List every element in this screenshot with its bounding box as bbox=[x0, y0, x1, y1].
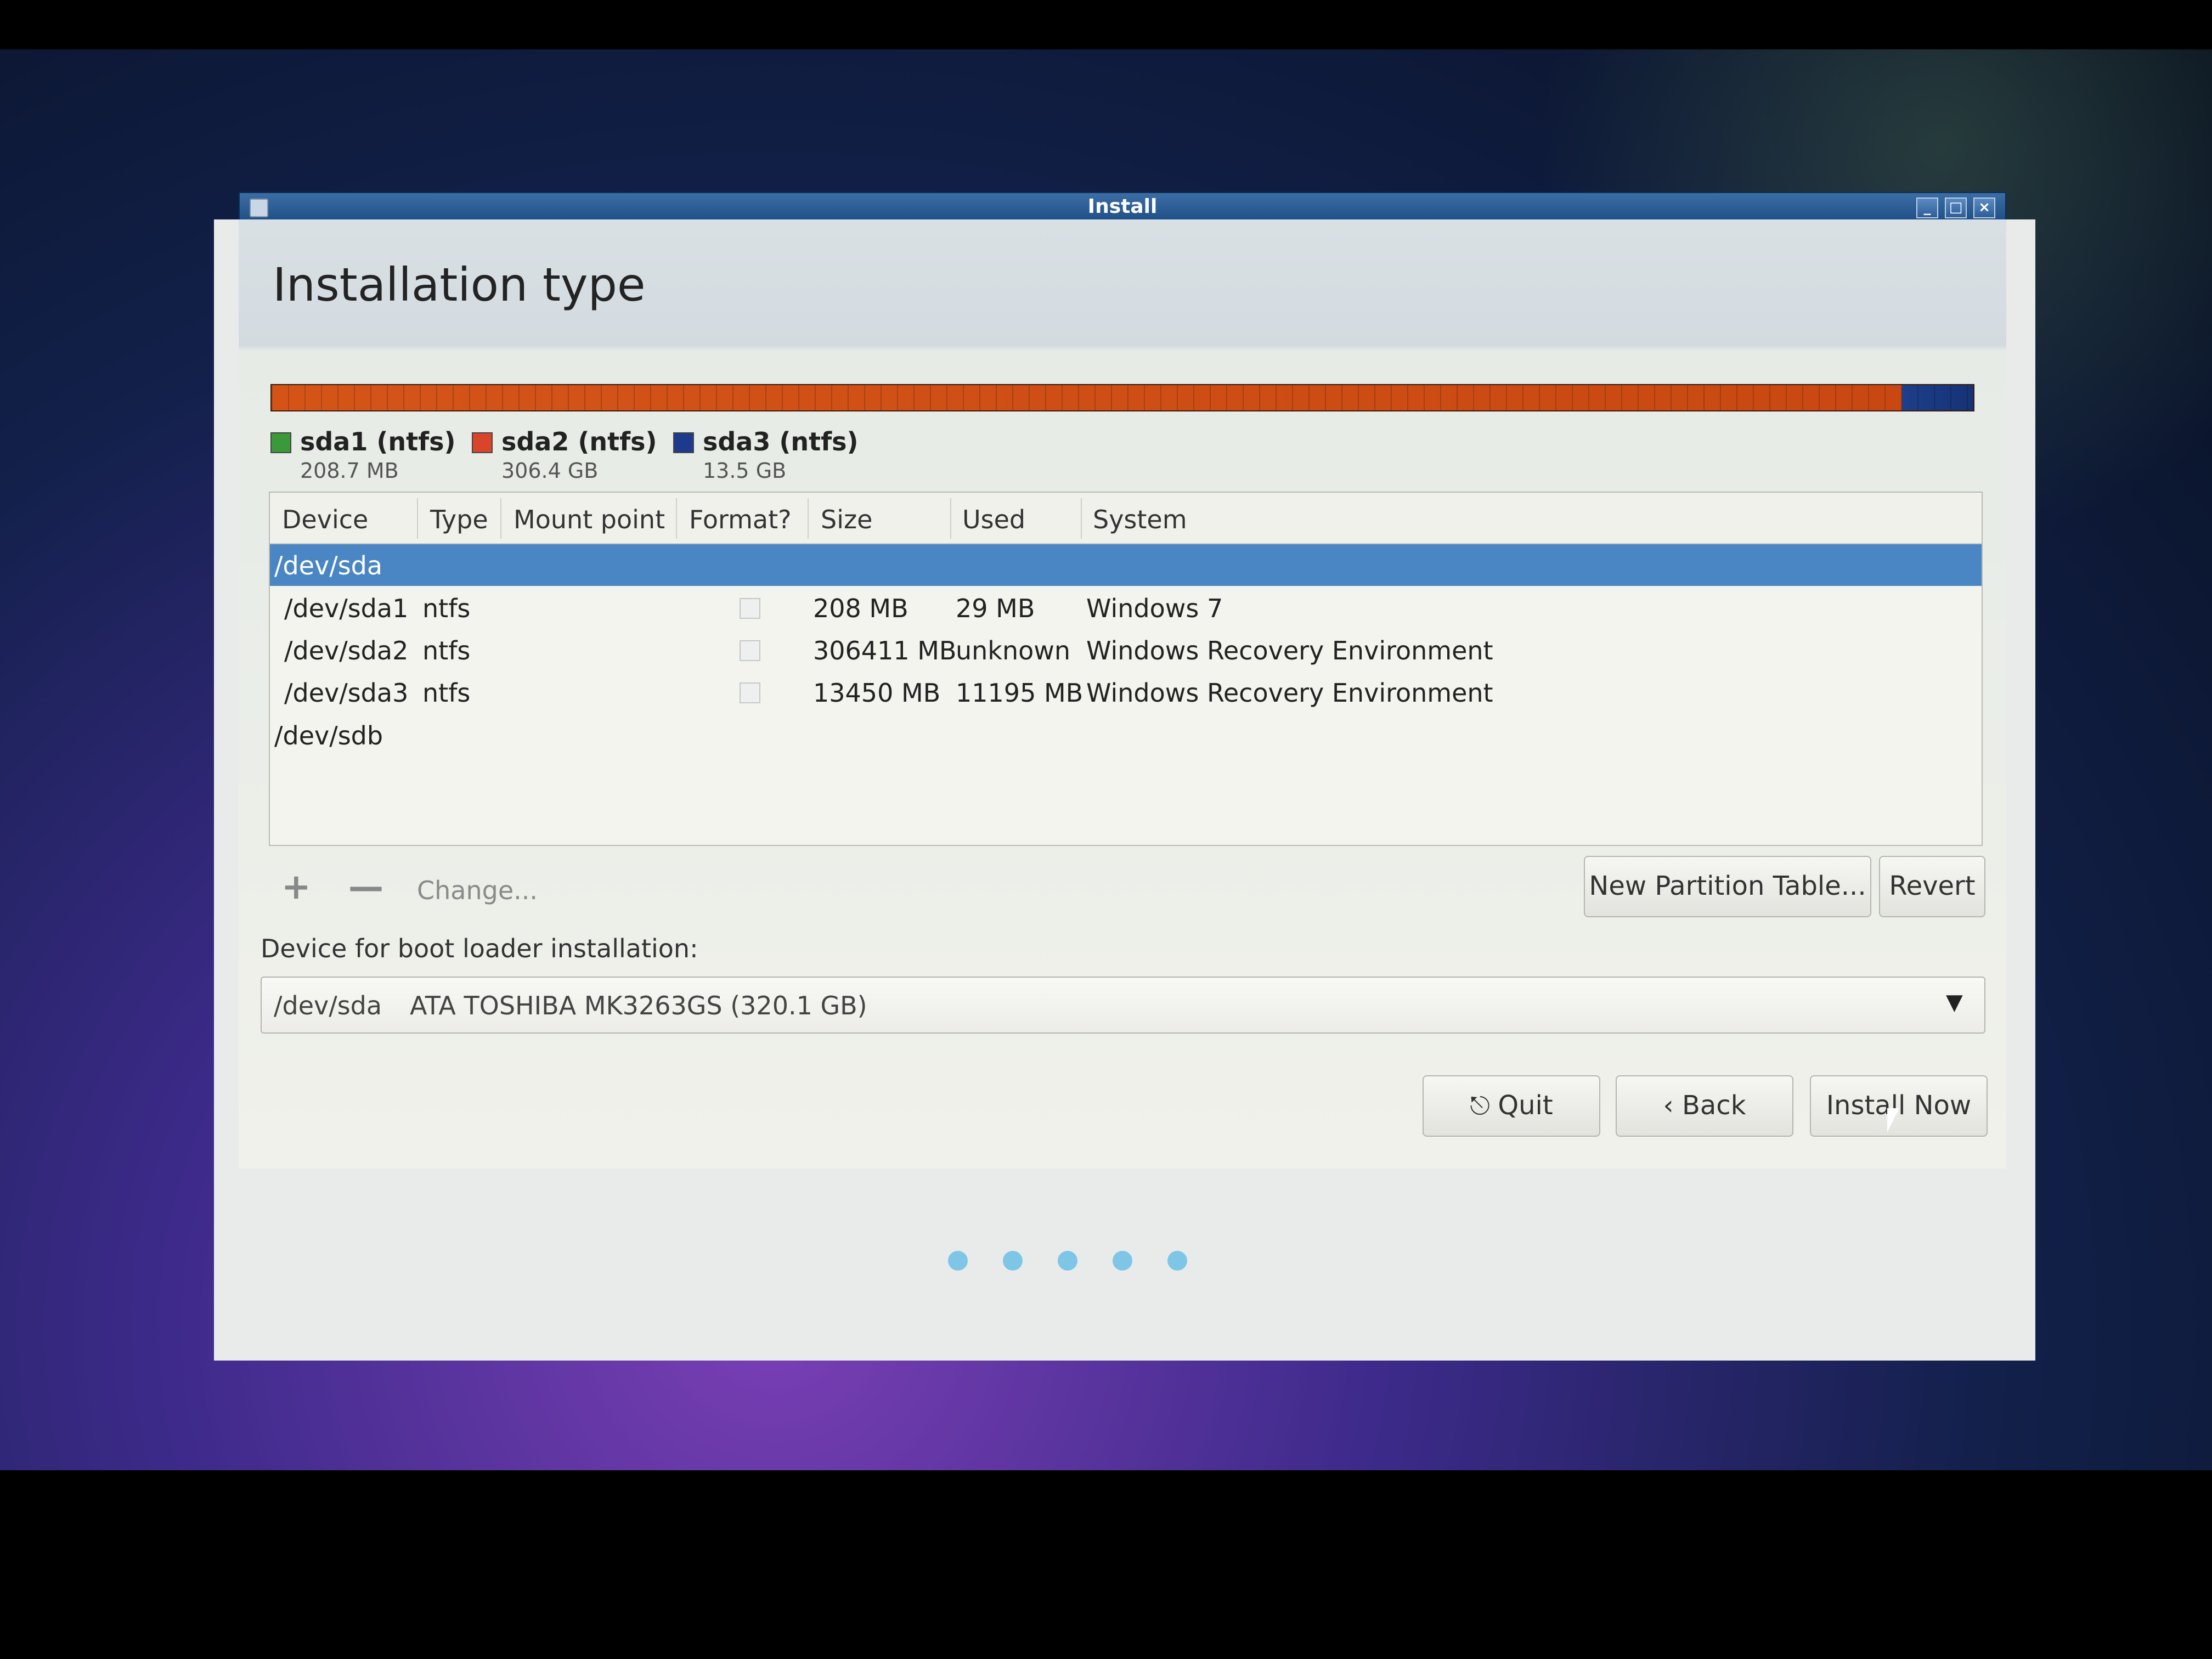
format-checkbox[interactable] bbox=[740, 598, 760, 619]
close-icon[interactable]: × bbox=[1973, 198, 1995, 218]
remove-partition-button[interactable]: — bbox=[348, 867, 383, 907]
device-cell: /dev/sda1 bbox=[284, 594, 409, 623]
legend-swatch bbox=[673, 432, 694, 453]
quit-icon: ⎋ bbox=[1470, 1091, 1498, 1120]
quit-button[interactable]: ⎋ Quit bbox=[1423, 1075, 1600, 1137]
revert-button[interactable]: Revert bbox=[1879, 856, 1985, 917]
bootloader-device-select[interactable]: /dev/sda ATA TOSHIBA MK3263GS (320.1 GB)… bbox=[261, 977, 1985, 1034]
chevron-down-icon: ▼ bbox=[1946, 990, 1963, 1015]
bootloader-device: /dev/sda bbox=[274, 991, 382, 1020]
installer-content: Installation type sda1 (ntfs) 208.7 MB s… bbox=[239, 219, 2006, 1169]
table-row[interactable]: /dev/sda1 ntfs 208 MB 29 MB Windows 7 bbox=[270, 587, 1982, 629]
progress-dot bbox=[1003, 1251, 1023, 1271]
system-cell: Windows Recovery Environment bbox=[1086, 636, 1493, 665]
change-partition-button[interactable]: Change... bbox=[417, 876, 538, 905]
type-cell: ntfs bbox=[422, 678, 471, 708]
bootloader-device-description: ATA TOSHIBA MK3263GS (320.1 GB) bbox=[410, 991, 867, 1020]
table-header: Device Type Mount point Format? Size Use… bbox=[270, 493, 1982, 544]
column-header-used[interactable]: Used bbox=[962, 505, 1025, 534]
progress-dot bbox=[1167, 1251, 1187, 1271]
quit-label: Quit bbox=[1498, 1090, 1553, 1121]
progress-dot bbox=[948, 1251, 968, 1271]
legend-size: 208.7 MB bbox=[300, 459, 399, 483]
size-cell: 208 MB bbox=[813, 594, 909, 623]
used-cell: 29 MB bbox=[956, 594, 1035, 623]
used-cell: 11195 MB bbox=[956, 678, 1084, 708]
back-button[interactable]: ‹ Back bbox=[1616, 1075, 1793, 1137]
format-checkbox[interactable] bbox=[740, 682, 760, 703]
table-row[interactable]: /dev/sda3 ntfs 13450 MB 11195 MB Windows… bbox=[270, 672, 1982, 713]
column-header-device[interactable]: Device bbox=[282, 505, 368, 534]
column-header-type[interactable]: Type bbox=[430, 505, 488, 534]
size-cell: 13450 MB bbox=[813, 678, 941, 708]
bootloader-label: Device for boot loader installation: bbox=[261, 934, 698, 963]
title-bar[interactable]: Install _ □ × bbox=[239, 192, 2006, 222]
device-cell: /dev/sda2 bbox=[284, 636, 409, 665]
progress-dot bbox=[1113, 1251, 1132, 1271]
maximize-icon[interactable]: □ bbox=[1945, 198, 1967, 218]
column-header-mount-point[interactable]: Mount point bbox=[514, 505, 665, 534]
add-partition-button[interactable]: + bbox=[281, 867, 311, 907]
type-cell: ntfs bbox=[422, 594, 471, 623]
mouse-cursor bbox=[1887, 1108, 1911, 1132]
chevron-left-icon: ‹ bbox=[1663, 1090, 1682, 1121]
progress-dot bbox=[1058, 1251, 1077, 1271]
legend-label: sda2 (ntfs) bbox=[501, 427, 657, 456]
column-header-size[interactable]: Size bbox=[821, 505, 872, 534]
partition-table[interactable]: Device Type Mount point Format? Size Use… bbox=[269, 492, 1983, 846]
type-cell: ntfs bbox=[422, 636, 471, 665]
legend-swatch bbox=[472, 432, 493, 453]
column-header-format[interactable]: Format? bbox=[689, 505, 792, 534]
format-checkbox[interactable] bbox=[740, 640, 760, 661]
system-cell: Windows Recovery Environment bbox=[1086, 678, 1493, 708]
back-label: Back bbox=[1681, 1090, 1746, 1121]
legend-size: 306.4 GB bbox=[501, 459, 599, 483]
table-row-disk-sda[interactable]: /dev/sda bbox=[270, 544, 1982, 586]
used-cell: unknown bbox=[956, 636, 1071, 665]
window-title: Install bbox=[1087, 195, 1158, 218]
legend-label: sda3 (ntfs) bbox=[703, 427, 859, 456]
device-cell: /dev/sdb bbox=[274, 721, 383, 751]
page-title: Installation type bbox=[273, 258, 646, 312]
device-cell: /dev/sda3 bbox=[284, 678, 409, 708]
table-row-disk-sdb[interactable]: /dev/sdb bbox=[270, 714, 1982, 756]
system-cell: Windows 7 bbox=[1086, 594, 1223, 623]
legend-label: sda1 (ntfs) bbox=[300, 427, 456, 456]
partition-usage-bar bbox=[270, 384, 1974, 411]
column-header-system[interactable]: System bbox=[1093, 505, 1187, 534]
new-partition-table-button[interactable]: New Partition Table... bbox=[1584, 856, 1871, 917]
table-row[interactable]: /dev/sda2 ntfs 306411 MB unknown Windows… bbox=[270, 629, 1982, 671]
device-cell: /dev/sda bbox=[274, 551, 383, 580]
size-cell: 306411 MB bbox=[813, 636, 957, 665]
minimize-icon[interactable]: _ bbox=[1916, 198, 1938, 218]
legend-swatch bbox=[270, 432, 291, 453]
legend-size: 13.5 GB bbox=[703, 459, 787, 483]
